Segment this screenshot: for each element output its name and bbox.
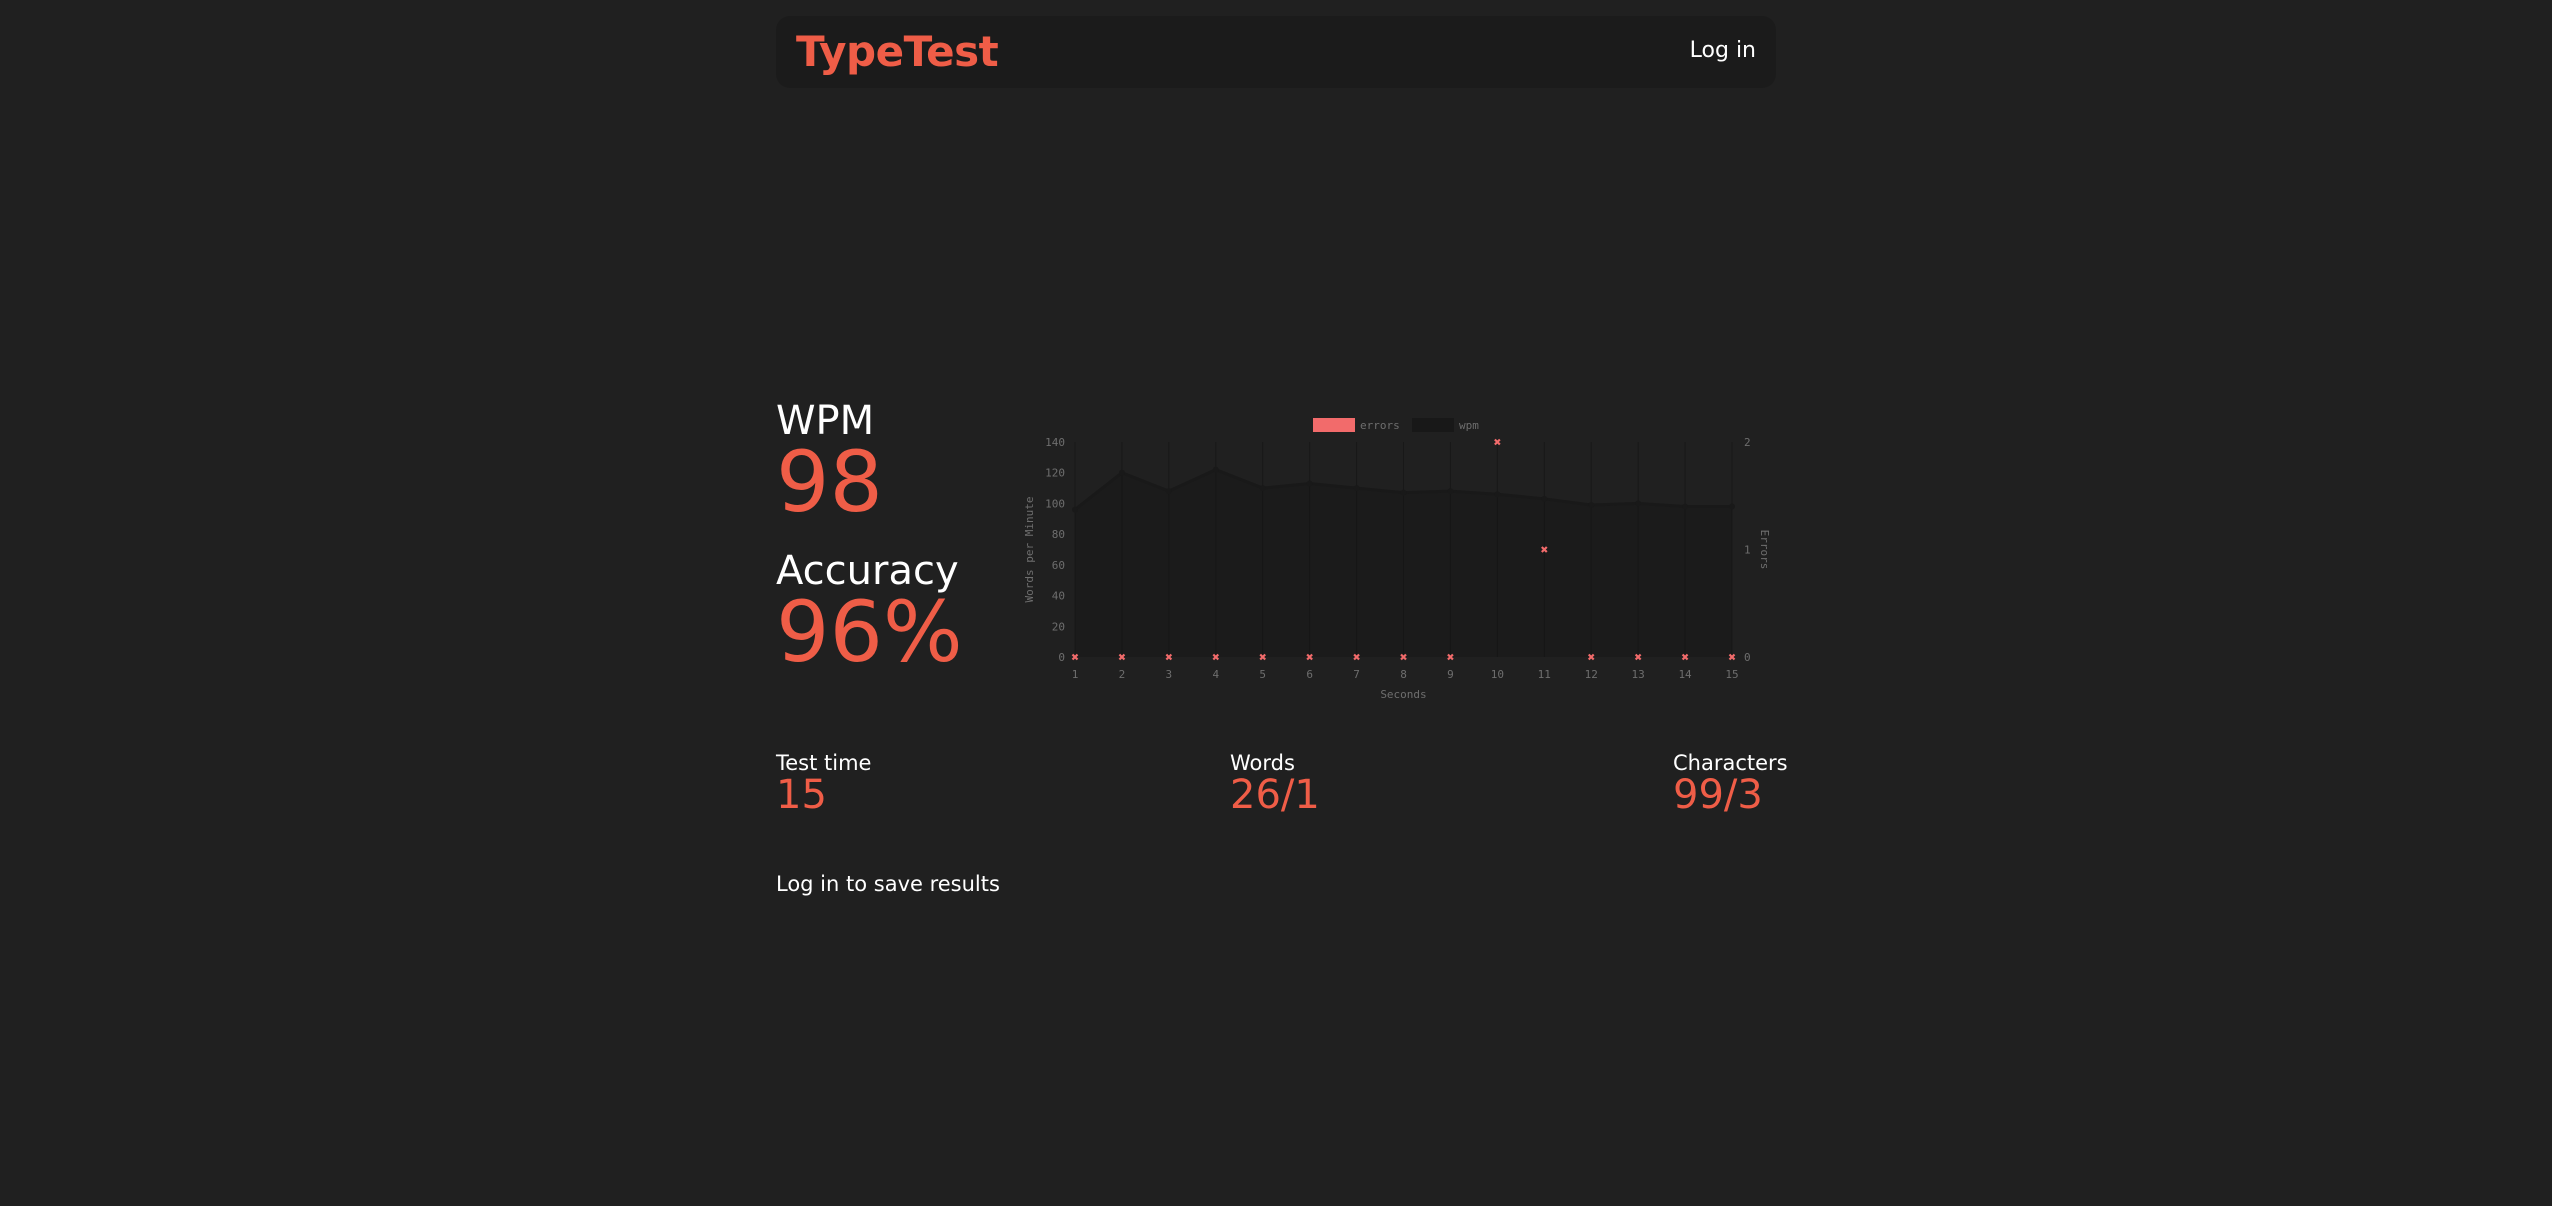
x-axis-title: Seconds <box>1380 688 1426 701</box>
x-tick-label: 8 <box>1400 668 1407 681</box>
x-tick-label: 6 <box>1306 668 1313 681</box>
x-tick-label: 7 <box>1353 668 1360 681</box>
y-tick-label: 140 <box>1045 436 1065 449</box>
wpm-errors-chart: 0204060801001201400121 2 3 4 5 6 7 8 9 10 11 12 13 14… <box>1023 418 1770 701</box>
wpm-point <box>1635 500 1642 507</box>
wpm-point <box>1729 503 1735 510</box>
y-tick-label: 0 <box>1058 651 1065 664</box>
legend-swatch-wpm <box>1412 418 1454 432</box>
wpm-point <box>1588 501 1595 508</box>
accuracy-value: 96% <box>776 583 963 681</box>
wpm-point <box>1072 506 1078 513</box>
x-tick-label: 3 <box>1166 668 1173 681</box>
words-value: 26/1 <box>1230 772 1320 818</box>
y2-tick-label: 0 <box>1744 651 1751 664</box>
wpm-point <box>1259 485 1266 492</box>
characters-value: 99/3 <box>1673 772 1763 818</box>
x-tick-label: 5 <box>1259 668 1266 681</box>
x-tick-label: 10 <box>1491 668 1504 681</box>
wpm-point <box>1400 489 1407 496</box>
x-tick-label: 12 <box>1585 668 1598 681</box>
test-time-value: 15 <box>776 772 827 818</box>
wpm-point <box>1494 491 1501 498</box>
y2-tick-label: 1 <box>1744 544 1751 557</box>
x-tick-label: 14 <box>1678 668 1692 681</box>
y-tick-label: 80 <box>1052 528 1065 541</box>
login-link[interactable]: Log in <box>1690 36 1756 66</box>
y2-tick-label: 2 <box>1744 436 1751 449</box>
wpm-value: 98 <box>776 433 883 531</box>
y2-axis-title: Errors <box>1758 530 1770 570</box>
wpm-point <box>1165 488 1172 495</box>
x-tick-label: 1 <box>1072 668 1079 681</box>
wpm-point <box>1306 480 1313 487</box>
legend-label-wpm: wpm <box>1459 419 1479 432</box>
y-tick-label: 40 <box>1052 590 1065 603</box>
y-tick-label: 60 <box>1052 559 1065 572</box>
wpm-area <box>1075 469 1732 657</box>
wpm-point <box>1541 495 1548 502</box>
wpm-point <box>1447 488 1454 495</box>
y-tick-label: 100 <box>1045 497 1065 510</box>
results-page: TypeTest Log in WPM 98 Accuracy 96% 0 20 4… <box>0 0 2552 1206</box>
save-results-link[interactable]: Log in to save results <box>776 870 1000 898</box>
top-nav-bar: TypeTest Log in <box>776 16 1776 88</box>
x-tick-label: 2 <box>1119 668 1126 681</box>
x-tick-label: 9 <box>1447 668 1454 681</box>
wpm-point <box>1353 485 1360 492</box>
legend-label-errors: errors <box>1360 419 1400 432</box>
x-tick-label: 13 <box>1632 668 1645 681</box>
app-logo[interactable]: TypeTest <box>796 28 999 76</box>
legend-swatch-errors <box>1313 418 1355 432</box>
x-tick-label: 4 <box>1212 668 1219 681</box>
y-axis-title: Words per Minute <box>1023 497 1036 603</box>
x-tick-label: 11 <box>1538 668 1551 681</box>
wpm-point <box>1118 469 1125 476</box>
x-tick-label: 15 <box>1725 668 1738 681</box>
y-tick-label: 120 <box>1045 467 1065 480</box>
y-tick-label: 20 <box>1052 620 1065 633</box>
wpm-point <box>1682 503 1689 510</box>
wpm-point <box>1212 466 1219 473</box>
